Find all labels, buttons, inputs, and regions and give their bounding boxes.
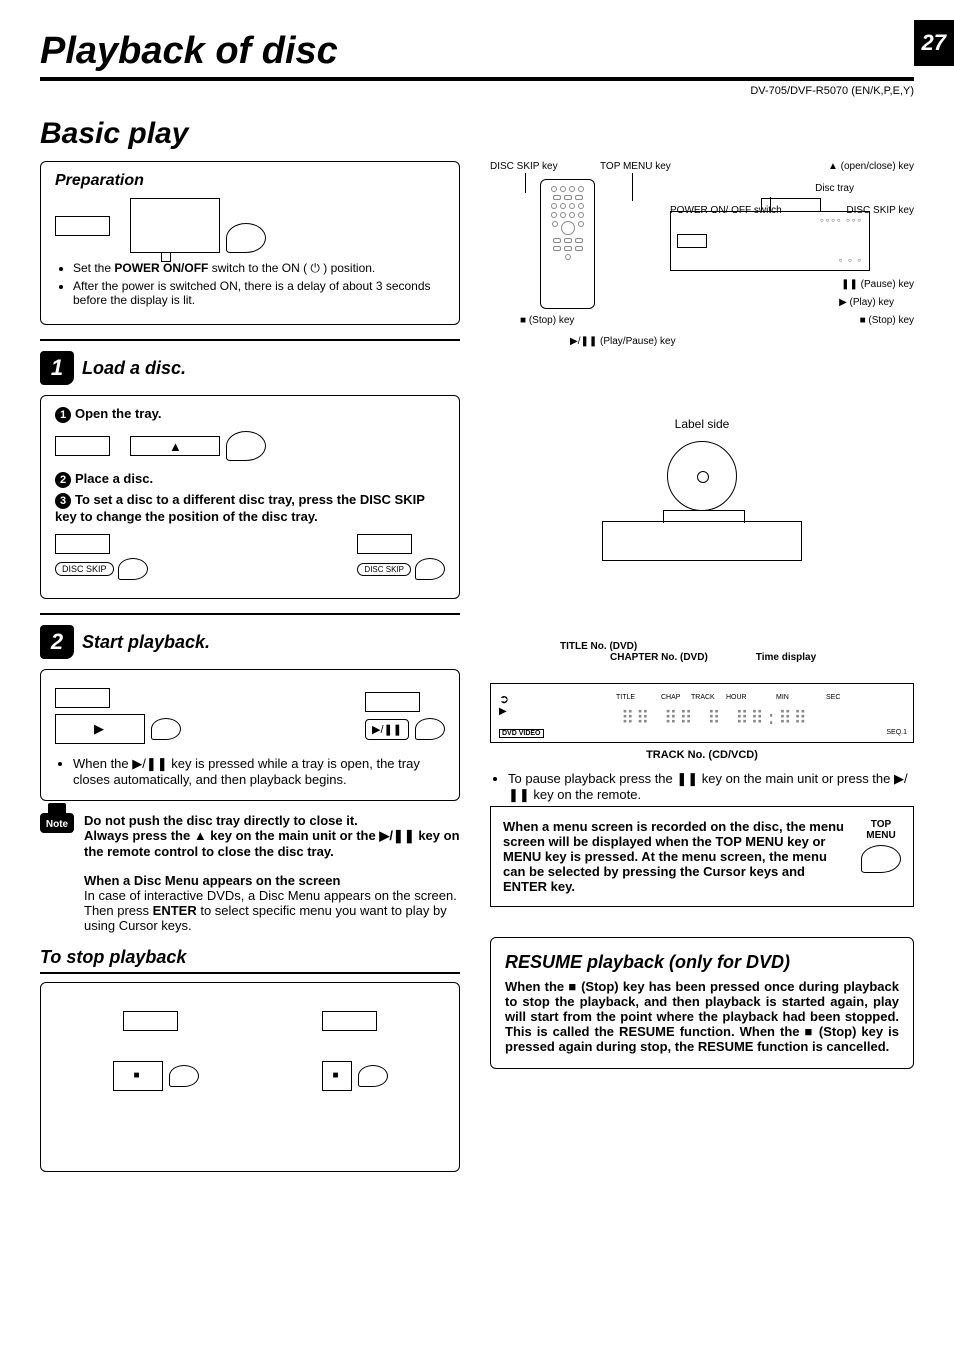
preparation-box: Preparation Set the POWER ON/OFF switch … — [40, 161, 460, 325]
step2-title: Start playback. — [82, 632, 210, 653]
disc-skip-key-label: DISC SKIP — [55, 562, 114, 576]
player-flat-icon — [602, 521, 802, 561]
note-row: Note Do not push the disc tray directly … — [40, 813, 460, 933]
label-side: Label side — [490, 417, 914, 431]
prep-illustration — [55, 198, 445, 253]
player-rect-icon — [55, 688, 110, 708]
hand-icon — [226, 223, 266, 253]
main-title: Playback of disc — [40, 30, 914, 81]
step1-title: Load a disc. — [82, 358, 186, 379]
resume-body: When the ■ (Stop) key has been pressed o… — [505, 979, 899, 1054]
right-column: DISC SKIP key TOP MENU key ▲ (open/close… — [490, 161, 914, 1172]
step2-bullet: When the ▶/❚❚ key is pressed while a tra… — [73, 756, 445, 787]
disc-figure — [552, 441, 852, 581]
step1-header: 1 Load a disc. — [40, 351, 460, 385]
player-rect-icon — [55, 534, 110, 554]
tray-rect-icon: ▲ — [130, 436, 220, 456]
hand-icon — [415, 718, 445, 740]
stop-button-illus: ■ — [113, 1061, 163, 1091]
disc-menu-heading: When a Disc Menu appears on the screen — [84, 873, 460, 888]
callout-play-pause: ▶/❚❚ (Play/Pause) key — [570, 336, 676, 347]
stop-heading: To stop playback — [40, 947, 460, 974]
step1-sub1: Open the tray. — [75, 406, 161, 421]
columns: Preparation Set the POWER ON/OFF switch … — [40, 161, 914, 1172]
disc-menu-body: In case of interactive DVDs, a Disc Menu… — [84, 888, 457, 933]
player-unit-icon: ○○○○ ○○○ ○ ○ ○ — [670, 211, 870, 271]
hand-icon — [118, 558, 148, 580]
display-chapter-no: CHAPTER No. (DVD) — [610, 652, 708, 663]
sub-num-2: 2 — [55, 472, 71, 488]
load-box: 1 Open the tray. ▲ 2 Place a disc. 3To set… — [40, 395, 460, 599]
note-line1: Do not push the disc tray directly to cl… — [84, 813, 460, 828]
note-line2: Always press the ▲ key on the main unit … — [84, 828, 460, 859]
callout-open-close: ▲ (open/close) key — [828, 161, 914, 172]
hand-icon — [415, 558, 445, 580]
player-rect-icon — [55, 216, 110, 236]
step1-sub3: To set a disc to a different disc tray, … — [55, 492, 425, 524]
sub-num-3: 3 — [55, 493, 71, 509]
resume-title: RESUME playback (only for DVD) — [505, 952, 899, 973]
step1-num: 1 — [40, 351, 74, 385]
step2-num: 2 — [40, 625, 74, 659]
remote-rect-icon — [357, 534, 412, 554]
callout-stop-l: ■ (Stop) key — [520, 315, 574, 326]
pause-instruction: To pause playback press the ❚❚ key on th… — [508, 771, 914, 803]
display-digits: ⠿⠿ ⠿⠿ ⠿ ⠿⠿:⠿⠿ — [621, 708, 809, 730]
remote-icon — [540, 179, 595, 309]
display-title-no: TITLE No. (DVD) — [560, 641, 637, 652]
remote-rect-icon — [322, 1011, 377, 1031]
play-pause-key-icon: ▶/❚❚ — [365, 719, 409, 740]
prep-bullet-2: After the power is switched ON, there is… — [73, 279, 445, 307]
hand-icon — [358, 1065, 388, 1087]
menu-box-text: When a menu screen is recorded on the di… — [503, 819, 851, 894]
callout-pause: ❚❚ (Pause) key — [841, 279, 914, 290]
callout-stop-r: ■ (Stop) key — [860, 315, 914, 326]
stop-button-illus: ■ — [322, 1061, 352, 1091]
resume-box: RESUME playback (only for DVD) When the … — [490, 937, 914, 1069]
remote-rect-icon — [365, 692, 420, 712]
player-rect-icon — [123, 1011, 178, 1031]
hand-icon — [169, 1065, 199, 1087]
menu-box: When a menu screen is recorded on the di… — [490, 806, 914, 907]
remote-rect-icon — [130, 198, 220, 253]
play-button-illus: ▶ — [55, 714, 145, 744]
playback-box: ▶ ▶/❚❚ When the ▶/❚❚ key is — [40, 669, 460, 801]
key-diagram: DISC SKIP key TOP MENU key ▲ (open/close… — [490, 161, 914, 361]
note-icon: Note — [40, 813, 74, 833]
player-rect-icon — [55, 436, 110, 456]
disc-icon — [667, 441, 737, 511]
section-title: Basic play — [40, 117, 914, 151]
callout-play: ▶ (Play) key — [839, 297, 894, 308]
sub-num-1: 1 — [55, 407, 71, 423]
page: 27 Playback of disc DV-705/DVF-R5070 (EN… — [0, 0, 954, 1192]
stop-box: ■ ■ — [40, 982, 460, 1172]
topmenu-button-illus: TOP MENU — [861, 819, 901, 873]
step1-sub2: Place a disc. — [75, 471, 153, 486]
prep-bullet-1: Set the POWER ON/OFF switch to the ON ( … — [73, 261, 445, 276]
model-code: DV-705/DVF-R5070 (EN/K,P,E,Y) — [40, 85, 914, 97]
display-track-no: TRACK No. (CD/VCD) — [490, 749, 914, 761]
display-panel: ➲ ▶ DVD VIDEO TITLE CHAP TRACK HOUR MIN … — [490, 683, 914, 743]
hand-icon — [151, 718, 181, 740]
display-time: Time display — [756, 652, 816, 663]
left-column: Preparation Set the POWER ON/OFF switch … — [40, 161, 460, 1172]
page-number: 27 — [914, 20, 954, 66]
preparation-heading: Preparation — [55, 172, 445, 190]
step2-header: 2 Start playback. — [40, 625, 460, 659]
disc-skip-key-label: DISC SKIP — [357, 563, 411, 576]
hand-icon — [226, 431, 266, 461]
callout-disc-skip: DISC SKIP key — [490, 161, 558, 172]
callout-top-menu: TOP MENU key — [600, 161, 671, 172]
callout-disc-tray: Disc tray — [815, 183, 854, 194]
